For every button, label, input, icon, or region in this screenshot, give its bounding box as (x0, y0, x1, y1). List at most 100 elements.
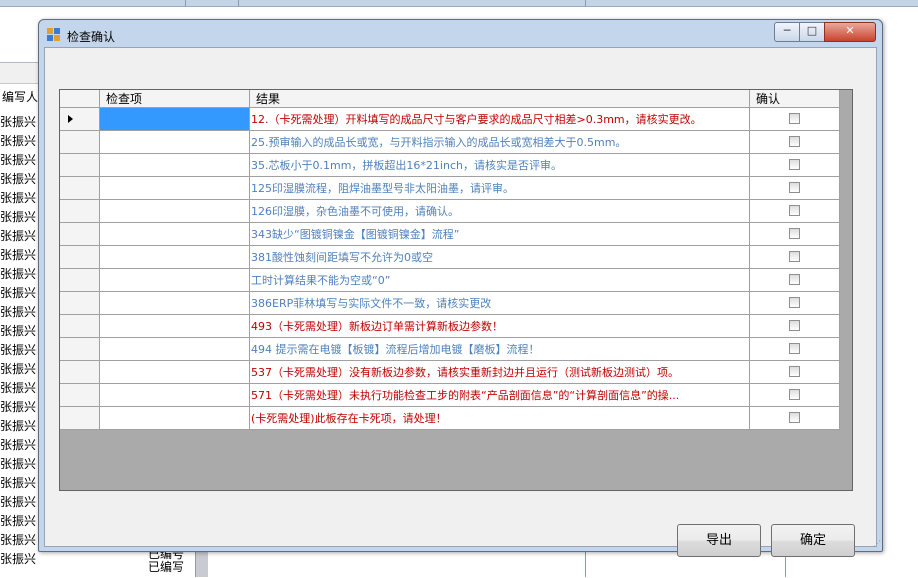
confirm-cell (750, 131, 840, 154)
background-bottom-list: 已编号 已编写 (148, 548, 198, 577)
check-item-cell[interactable] (100, 361, 250, 384)
confirm-checkbox[interactable] (789, 412, 800, 423)
table-row[interactable]: (卡死需处理)此板存在卡死项，请处理！ (60, 407, 840, 430)
result-text: (卡死需处理)此板存在卡死项，请处理！ (251, 412, 447, 425)
check-item-cell[interactable] (100, 131, 250, 154)
row-header[interactable] (60, 338, 100, 361)
row-header[interactable] (60, 131, 100, 154)
ok-button[interactable]: 确定 (771, 524, 855, 557)
confirm-checkbox[interactable] (789, 343, 800, 354)
confirm-checkbox[interactable] (789, 389, 800, 400)
result-cell[interactable]: 35.芯板小于0.1mm，拼板超出16*21inch，请核实是否评审。 (250, 154, 750, 177)
column-header-result[interactable]: 结果 (250, 90, 750, 108)
result-cell[interactable]: 125印湿膜流程，阻焊油墨型号非太阳油墨，请评审。 (250, 177, 750, 200)
confirm-cell (750, 177, 840, 200)
row-header[interactable] (60, 407, 100, 430)
confirm-checkbox[interactable] (789, 297, 800, 308)
result-cell[interactable]: 537（卡死需处理）没有新板边参数，请核实重新封边并且运行（测试新板边测试）项。 (250, 361, 750, 384)
row-header[interactable] (60, 154, 100, 177)
table-row[interactable]: 571（卡死需处理）未执行功能检查工步的附表“产品剖面信息”的“计算剖面信息”的… (60, 384, 840, 407)
confirm-checkbox[interactable] (789, 320, 800, 331)
check-item-cell[interactable] (100, 384, 250, 407)
table-row[interactable]: 125印湿膜流程，阻焊油墨型号非太阳油墨，请评审。 (60, 177, 840, 200)
row-header[interactable] (60, 246, 100, 269)
result-cell[interactable]: 工时计算结果不能为空或“0” (250, 269, 750, 292)
row-header[interactable] (60, 223, 100, 246)
table-row[interactable]: 35.芯板小于0.1mm，拼板超出16*21inch，请核实是否评审。 (60, 154, 840, 177)
table-row[interactable]: 493（卡死需处理）新板边订单需计算新板边参数！ (60, 315, 840, 338)
background-name-cell: 张振兴 (0, 438, 37, 452)
table-row[interactable]: 126印湿膜，杂色油墨不可使用，请确认。 (60, 200, 840, 223)
table-row[interactable]: 537（卡死需处理）没有新板边参数，请核实重新封边并且运行（测试新板边测试）项。 (60, 361, 840, 384)
column-header-confirm[interactable]: 确认 (750, 90, 840, 108)
result-cell[interactable]: 386ERP菲林填写与实际文件不一致，请核实更改 (250, 292, 750, 315)
background-name-cell: 张振兴 (0, 381, 37, 395)
minimize-button[interactable]: ─ (774, 22, 800, 42)
check-item-cell[interactable] (100, 200, 250, 223)
confirm-cell (750, 269, 840, 292)
confirm-checkbox[interactable] (789, 228, 800, 239)
check-item-cell[interactable] (100, 108, 250, 131)
result-text: 35.芯板小于0.1mm，拼板超出16*21inch，请核实是否评审。 (251, 159, 562, 172)
table-row[interactable]: 494 提示需在电镀【板镀】流程后增加电镀【磨板】流程！ (60, 338, 840, 361)
result-text: 537（卡死需处理）没有新板边参数，请核实重新封边并且运行（测试新板边测试）项。 (251, 366, 679, 379)
confirm-checkbox[interactable] (789, 113, 800, 124)
confirm-checkbox[interactable] (789, 251, 800, 262)
maximize-button[interactable]: □ (799, 22, 825, 42)
result-cell[interactable]: 381酸性蚀刻间距填写不允许为0或空 (250, 246, 750, 269)
table-row[interactable]: 25.预审输入的成品长或宽，与开料指示输入的成品长或宽相差大于0.5mm。 (60, 131, 840, 154)
confirm-cell (750, 154, 840, 177)
row-header[interactable] (60, 269, 100, 292)
check-item-cell[interactable] (100, 177, 250, 200)
background-scrollbar[interactable] (195, 548, 208, 577)
row-header[interactable] (60, 384, 100, 407)
confirm-checkbox[interactable] (789, 159, 800, 170)
confirm-checkbox[interactable] (789, 136, 800, 147)
result-text: 381酸性蚀刻间距填写不允许为0或空 (251, 251, 433, 264)
result-cell[interactable]: 126印湿膜，杂色油墨不可使用，请确认。 (250, 200, 750, 223)
table-row[interactable]: 工时计算结果不能为空或“0” (60, 269, 840, 292)
check-item-cell[interactable] (100, 315, 250, 338)
background-separator (185, 0, 186, 6)
dialog-titlebar[interactable]: 检查确认 ─ □ ✕ (39, 20, 882, 48)
close-button[interactable]: ✕ (824, 22, 876, 42)
column-header-check-item[interactable]: 检查项 (100, 90, 250, 108)
row-header[interactable] (60, 361, 100, 384)
check-item-cell[interactable] (100, 223, 250, 246)
result-text: 343缺少“图镀铜镍金【图镀铜镍金】流程” (251, 228, 460, 241)
result-cell[interactable]: 12.（卡死需处理）开料填写的成品尺寸与客户要求的成品尺寸相差>0.3mm，请核… (250, 108, 750, 131)
table-row[interactable]: 343缺少“图镀铜镍金【图镀铜镍金】流程” (60, 223, 840, 246)
check-item-cell[interactable] (100, 269, 250, 292)
confirm-cell (750, 384, 840, 407)
result-cell[interactable]: 494 提示需在电镀【板镀】流程后增加电镀【磨板】流程！ (250, 338, 750, 361)
resize-grip[interactable]: ⋰ (873, 540, 881, 548)
row-header[interactable] (60, 292, 100, 315)
check-confirm-dialog: 检查确认 ─ □ ✕ 检查项 结果 确认 12.（卡死需处理）开料填写的成品尺寸… (38, 19, 883, 557)
result-cell[interactable]: 343缺少“图镀铜镍金【图镀铜镍金】流程” (250, 223, 750, 246)
check-item-cell[interactable] (100, 292, 250, 315)
check-item-cell[interactable] (100, 407, 250, 430)
confirm-checkbox[interactable] (789, 366, 800, 377)
row-header[interactable] (60, 177, 100, 200)
confirm-cell (750, 246, 840, 269)
row-header[interactable] (60, 108, 100, 131)
check-item-cell[interactable] (100, 338, 250, 361)
background-separator (238, 0, 239, 6)
grid-corner-cell[interactable] (60, 90, 100, 108)
table-row[interactable]: 386ERP菲林填写与实际文件不一致，请核实更改 (60, 292, 840, 315)
check-item-cell[interactable] (100, 246, 250, 269)
confirm-checkbox[interactable] (789, 274, 800, 285)
result-cell[interactable]: (卡死需处理)此板存在卡死项，请处理！ (250, 407, 750, 430)
result-cell[interactable]: 493（卡死需处理）新板边订单需计算新板边参数！ (250, 315, 750, 338)
check-item-cell[interactable] (100, 154, 250, 177)
row-header[interactable] (60, 200, 100, 223)
table-row[interactable]: 12.（卡死需处理）开料填写的成品尺寸与客户要求的成品尺寸相差>0.3mm，请核… (60, 108, 840, 131)
row-header[interactable] (60, 315, 100, 338)
table-row[interactable]: 381酸性蚀刻间距填写不允许为0或空 (60, 246, 840, 269)
check-results-grid[interactable]: 检查项 结果 确认 12.（卡死需处理）开料填写的成品尺寸与客户要求的成品尺寸相… (59, 89, 853, 491)
confirm-checkbox[interactable] (789, 182, 800, 193)
result-cell[interactable]: 25.预审输入的成品长或宽，与开料指示输入的成品长或宽相差大于0.5mm。 (250, 131, 750, 154)
result-cell[interactable]: 571（卡死需处理）未执行功能检查工步的附表“产品剖面信息”的“计算剖面信息”的… (250, 384, 750, 407)
export-button[interactable]: 导出 (677, 524, 761, 557)
confirm-checkbox[interactable] (789, 205, 800, 216)
